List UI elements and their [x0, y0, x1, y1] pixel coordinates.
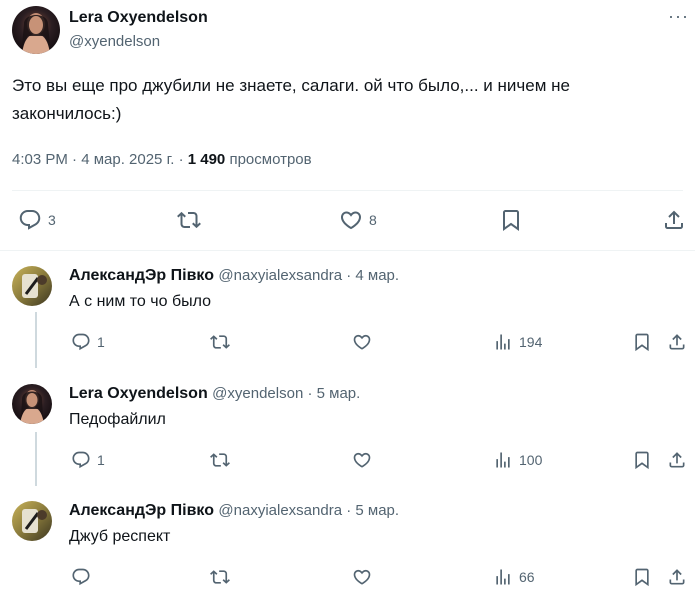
tweet-text: Это вы еще про джубили не знаете, салаги… — [12, 76, 570, 123]
views-count: 66 — [519, 569, 535, 585]
reply-handle[interactable]: @naxyialexsandra · 5 мар. — [218, 502, 399, 519]
reply-text: Джуб респект — [69, 528, 171, 545]
divider — [12, 190, 683, 191]
like-button[interactable] — [352, 567, 372, 587]
repost-button[interactable] — [177, 207, 201, 233]
share-button[interactable] — [667, 450, 687, 470]
views-label: просмотров — [229, 151, 312, 168]
divider — [0, 250, 695, 251]
reply-avatar[interactable] — [12, 501, 52, 541]
share-button[interactable] — [667, 567, 687, 587]
thread-line — [35, 312, 37, 368]
views-button[interactable]: 100 — [493, 450, 542, 470]
views-count: 100 — [519, 452, 543, 468]
share-icon — [667, 332, 687, 352]
tweet-meta: 4:03 PM · 4 мар. 2025 г. · 1 490 просмот… — [12, 151, 312, 168]
like-icon — [352, 567, 372, 587]
repost-button[interactable] — [210, 450, 230, 470]
avatar-image — [12, 6, 60, 54]
views-icon — [493, 332, 513, 352]
like-icon — [339, 208, 363, 232]
repost-icon — [210, 567, 230, 587]
like-button[interactable] — [352, 332, 372, 352]
reply-count: 1 — [97, 452, 105, 468]
like-button[interactable] — [352, 450, 372, 470]
views-icon — [493, 567, 513, 587]
avatar-image — [12, 266, 52, 306]
repost-icon — [210, 450, 230, 470]
reply-icon — [71, 450, 91, 470]
more-options-icon[interactable]: ··· — [668, 6, 689, 27]
repost-icon — [177, 208, 201, 232]
reply-count: 3 — [48, 212, 56, 228]
reply-handle[interactable]: @naxyialexsandra · 4 мар. — [218, 267, 399, 284]
share-icon — [667, 450, 687, 470]
reply-avatar[interactable] — [12, 384, 52, 424]
views-button[interactable]: 194 — [493, 332, 542, 352]
tweet-timestamp[interactable]: 4:03 PM · 4 мар. 2025 г. — [12, 151, 174, 168]
bookmark-icon — [632, 567, 652, 587]
reply-author[interactable]: АлександЭр Півко — [69, 502, 214, 519]
like-icon — [352, 450, 372, 470]
avatar-image — [12, 384, 52, 424]
reply-avatar[interactable] — [12, 266, 52, 306]
reply-button[interactable] — [71, 567, 97, 587]
reply-icon — [18, 208, 42, 232]
views-count: 1 490 — [187, 151, 226, 168]
share-button[interactable] — [662, 207, 686, 233]
reply-header: Lera Oxyendelson @xyendelson · 5 мар. — [69, 385, 360, 403]
reply-header: АлександЭр Півко @naxyialexsandra · 5 ма… — [69, 502, 399, 520]
share-icon — [662, 208, 686, 232]
bookmark-icon — [499, 208, 523, 232]
reply-author[interactable]: Lera Oxyendelson — [69, 385, 208, 402]
meta-separator: · — [178, 151, 184, 168]
share-button[interactable] — [667, 332, 687, 352]
reply-button[interactable]: 1 — [71, 332, 105, 352]
bookmark-button[interactable] — [499, 207, 523, 233]
reply-text: Педофайлил — [69, 411, 166, 428]
author-avatar[interactable] — [12, 6, 60, 54]
reply-button[interactable]: 3 — [18, 207, 56, 233]
bookmark-button[interactable] — [632, 450, 652, 470]
bookmark-button[interactable] — [632, 332, 652, 352]
reply-icon — [71, 332, 91, 352]
share-icon — [667, 567, 687, 587]
avatar-image — [12, 501, 52, 541]
bookmark-icon — [632, 332, 652, 352]
repost-button[interactable] — [210, 332, 230, 352]
bookmark-icon — [632, 450, 652, 470]
author-name[interactable]: Lera Oxyendelson — [69, 9, 208, 27]
thread-line — [35, 432, 37, 486]
like-icon — [352, 332, 372, 352]
reply-handle[interactable]: @xyendelson · 5 мар. — [212, 385, 360, 402]
reply-count: 1 — [97, 334, 105, 350]
reply-button[interactable]: 1 — [71, 450, 105, 470]
reply-text: А с ним то чо было — [69, 293, 212, 310]
reply-author[interactable]: АлександЭр Півко — [69, 267, 214, 284]
like-count: 8 — [369, 212, 377, 228]
views-count: 194 — [519, 334, 543, 350]
bookmark-button[interactable] — [632, 567, 652, 587]
reply-header: АлександЭр Півко @naxyialexsandra · 4 ма… — [69, 267, 399, 285]
repost-button[interactable] — [210, 567, 230, 587]
repost-icon — [210, 332, 230, 352]
views-button[interactable]: 66 — [493, 567, 535, 587]
author-handle[interactable]: @xyendelson — [69, 33, 160, 50]
views-icon — [493, 450, 513, 470]
like-button[interactable]: 8 — [339, 207, 377, 233]
reply-icon — [71, 567, 91, 587]
